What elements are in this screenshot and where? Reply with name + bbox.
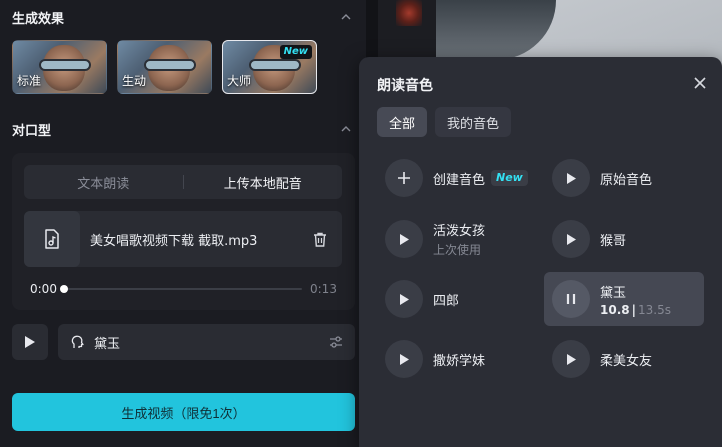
voice-item-lively-girl[interactable]: 活泼女孩 上次使用 — [377, 212, 537, 266]
voice-head-icon — [71, 335, 84, 348]
plus-icon — [385, 159, 423, 197]
play-icon — [385, 280, 423, 318]
play-icon — [25, 336, 35, 348]
effect-options: 标准 生动 New 大师 — [12, 40, 317, 94]
voice-sub: 上次使用 — [433, 243, 482, 257]
voice-text: 创建音色 New — [433, 169, 528, 188]
play-icon — [385, 220, 423, 258]
audio-file-name: 美女唱歌视频下载 截取.mp3 — [90, 233, 258, 249]
effect-label: 大师 — [227, 74, 252, 88]
voice-item-silang[interactable]: 四郎 — [377, 272, 537, 326]
audio-file-row: 美女唱歌视频下载 截取.mp3 — [24, 211, 342, 267]
current-time: 0:00 — [30, 282, 57, 296]
thumbnail-goggles — [39, 59, 91, 71]
voice-playback-time: 10.8 | 13.5s — [600, 303, 671, 317]
effect-option-standard[interactable]: 标准 — [12, 40, 107, 94]
voice-item-gentle-girlfriend[interactable]: 柔美女友 — [544, 332, 704, 386]
voice-item-daiyu[interactable]: 黛玉 10.8 | 13.5s — [544, 272, 704, 326]
voice-label: 活泼女孩 — [433, 224, 486, 239]
voice-text: 黛玉 10.8 | 13.5s — [600, 282, 671, 317]
voice-item-monkey[interactable]: 猴哥 — [544, 212, 704, 266]
voice-text: 原始音色 — [600, 169, 652, 188]
play-icon — [552, 340, 590, 378]
trash-icon[interactable] — [306, 225, 334, 253]
effect-option-vivid[interactable]: 生动 — [117, 40, 212, 94]
voice-text: 柔美女友 — [600, 350, 652, 369]
strip-thumbnail[interactable] — [396, 0, 422, 26]
voice-label: 四郎 — [433, 293, 460, 309]
playback-total: 13.5s — [638, 302, 671, 317]
selected-voice-name: 黛玉 — [94, 336, 121, 352]
left-panel: 生成效果 标准 生动 New 大师 对口型 文本朗读 上传本地配音 美女唱歌视频… — [0, 0, 366, 447]
progress-slider[interactable] — [60, 285, 302, 293]
popup-title: 朗读音色 — [377, 78, 433, 94]
voice-selector[interactable]: 黛玉 — [58, 324, 355, 360]
thumbnail-goggles — [249, 59, 301, 71]
filter-my-voices[interactable]: 我的音色 — [435, 107, 512, 137]
generate-video-button[interactable]: 生成视频（限免1次） — [12, 393, 355, 431]
voice-item-original[interactable]: 原始音色 — [544, 151, 704, 205]
voice-label-row: 创建音色 New — [433, 169, 528, 188]
chevron-up-icon[interactable] — [340, 123, 352, 135]
voice-text: 四郎 — [433, 290, 459, 309]
preview-play-button[interactable] — [12, 324, 48, 360]
play-icon — [385, 340, 423, 378]
voice-item-sweet-junior[interactable]: 撒娇学妹 — [377, 332, 537, 386]
playback-current: 10.8 — [600, 302, 630, 317]
voice-text: 撒娇学妹 — [433, 350, 485, 369]
lipsync-card: 文本朗读 上传本地配音 美女唱歌视频下载 截取.mp3 0:00 0:13 — [12, 153, 355, 310]
tab-text-reading[interactable]: 文本朗读 — [24, 173, 183, 192]
play-icon — [552, 159, 590, 197]
effect-label: 生动 — [122, 74, 147, 88]
lipsync-tabs: 文本朗读 上传本地配音 — [24, 165, 342, 199]
pause-icon — [552, 280, 590, 318]
voice-label: 原始音色 — [600, 172, 653, 188]
settings-sliders-icon[interactable] — [329, 336, 343, 348]
effects-title: 生成效果 — [12, 11, 65, 27]
lipsync-title: 对口型 — [12, 123, 52, 139]
voice-text: 活泼女孩 上次使用 — [433, 220, 485, 258]
voice-label: 柔美女友 — [600, 353, 653, 369]
effects-section-header[interactable]: 生成效果 — [12, 6, 352, 28]
effect-label: 标准 — [17, 74, 42, 88]
chevron-up-icon[interactable] — [340, 11, 352, 23]
play-icon — [552, 220, 590, 258]
voice-picker-popup: 朗读音色 全部 我的音色 创建音色 New 活泼女孩 上次使用 四郎 撒娇学妹 … — [359, 57, 722, 447]
thumbnail-goggles — [144, 59, 196, 71]
voice-label: 创建音色 — [433, 172, 486, 188]
effect-option-master[interactable]: New 大师 — [222, 40, 317, 94]
audio-file-icon — [24, 211, 80, 267]
tab-upload-audio[interactable]: 上传本地配音 — [184, 173, 343, 192]
voice-item-create[interactable]: 创建音色 New — [377, 151, 537, 205]
voice-label: 撒娇学妹 — [433, 353, 486, 369]
close-icon[interactable] — [692, 75, 708, 91]
new-badge: New — [279, 45, 312, 59]
lipsync-section-header[interactable]: 对口型 — [12, 118, 352, 140]
total-time: 0:13 — [310, 282, 337, 296]
playback-separator: | — [631, 302, 636, 317]
new-badge: New — [491, 170, 528, 186]
voice-label: 黛玉 — [600, 285, 627, 301]
filter-all[interactable]: 全部 — [377, 107, 428, 137]
voice-text: 猴哥 — [600, 230, 626, 249]
voice-label: 猴哥 — [600, 233, 627, 249]
audio-player: 0:00 0:13 — [30, 281, 337, 297]
voice-filter-tabs: 全部 我的音色 — [377, 107, 512, 137]
progress-knob[interactable] — [60, 285, 68, 293]
